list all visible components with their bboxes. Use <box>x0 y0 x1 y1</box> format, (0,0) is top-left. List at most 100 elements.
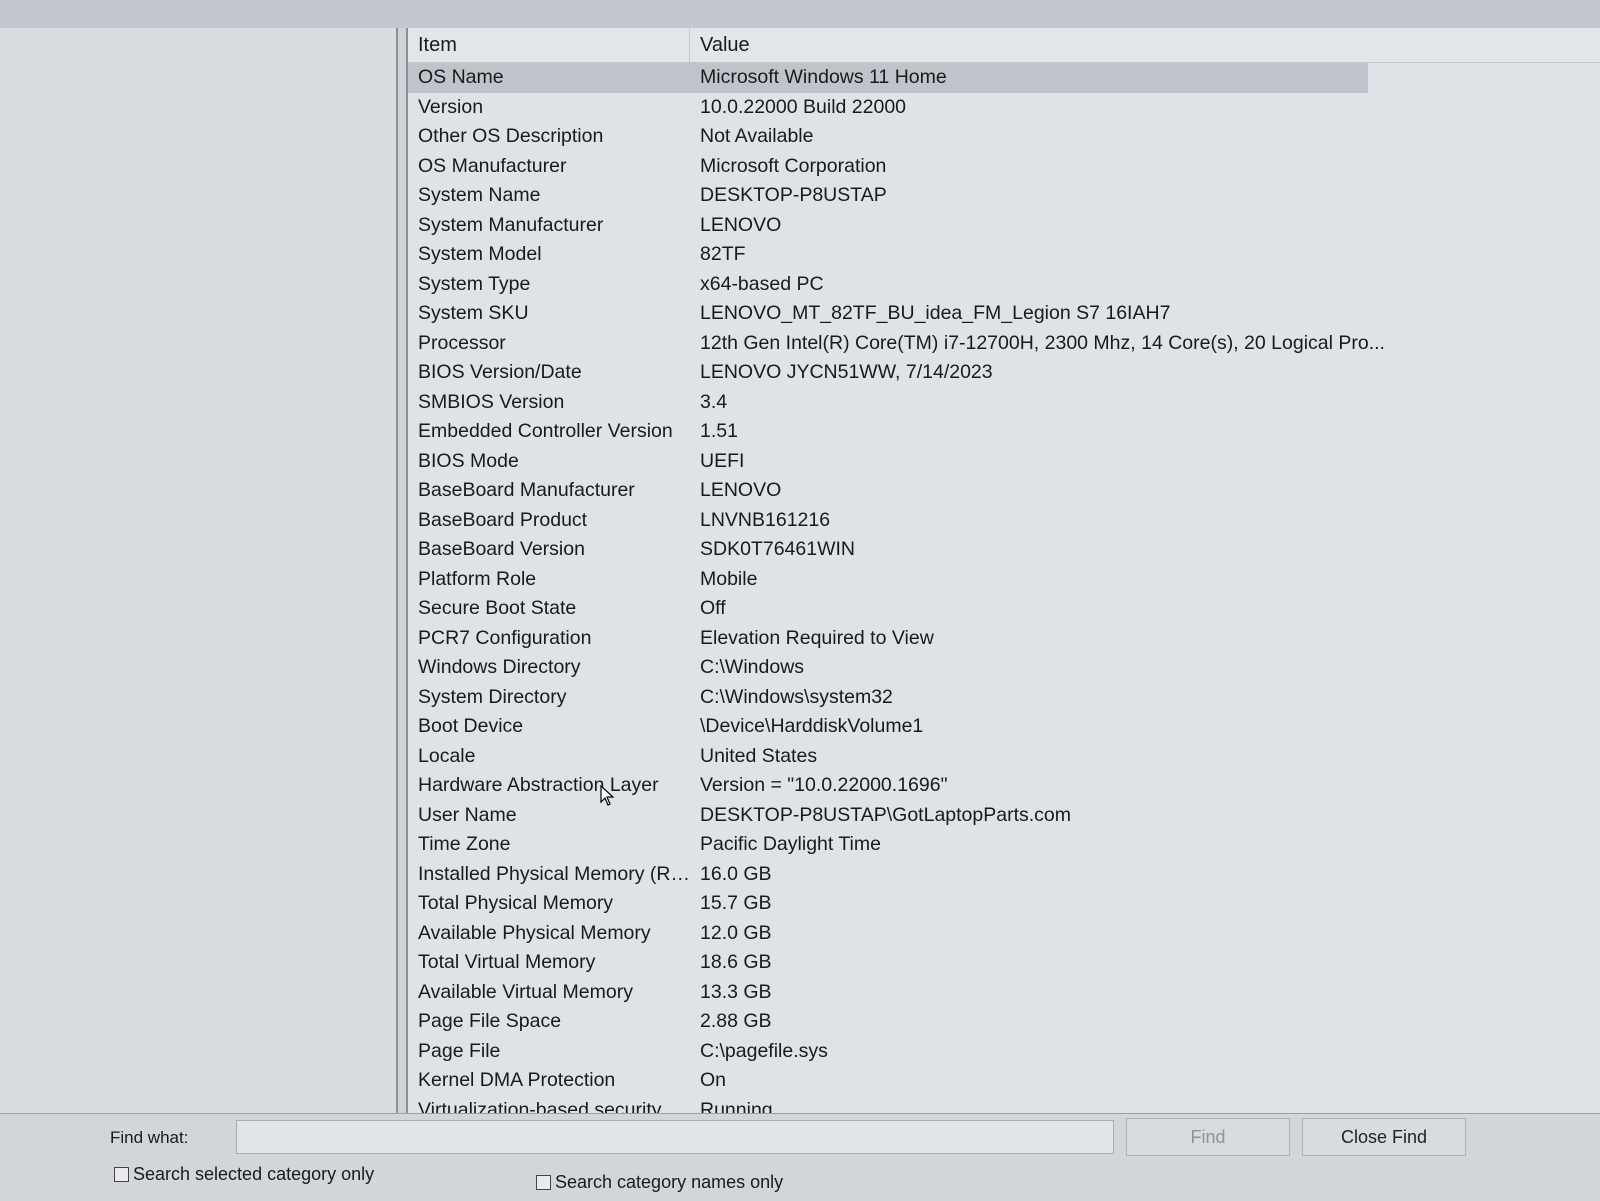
row-item-cell: Hardware Abstraction Layer <box>418 774 659 797</box>
list-row[interactable]: System Model 82TF <box>408 240 1600 270</box>
row-item-cell: Platform Role <box>418 567 537 590</box>
row-value-cell: x64-based PC <box>700 272 824 295</box>
row-value-cell: On <box>700 1069 727 1092</box>
list-row[interactable]: OS Manufacturer Microsoft Corporation <box>408 152 1600 182</box>
list-row[interactable]: BaseBoard Version SDK0T76461WIN <box>408 535 1600 565</box>
row-item-cell: Kernel DMA Protection <box>418 1069 616 1092</box>
row-value-cell: 12.0 GB <box>700 921 772 944</box>
search-category-names-label: Search category names only <box>555 1172 784 1192</box>
row-item-cell: Page File <box>418 1039 501 1062</box>
list-row[interactable]: Installed Physical Memory (RA... 16.0 GB <box>408 860 1600 890</box>
row-item-cell: BaseBoard Manufacturer <box>418 479 635 502</box>
row-item-cell: Boot Device <box>418 715 524 738</box>
row-item-cell: Other OS Description <box>418 125 604 148</box>
row-value-cell: LNVNB161216 <box>700 508 831 531</box>
row-item-cell: System Name <box>418 184 541 207</box>
row-value-cell: DESKTOP-P8USTAP <box>700 184 887 207</box>
list-header: Item Value <box>408 28 1600 63</box>
list-row[interactable]: Windows Directory C:\Windows <box>408 653 1600 683</box>
list-row[interactable]: PCR7 Configuration Elevation Required to … <box>408 624 1600 654</box>
category-tree-pane[interactable] <box>0 28 398 1113</box>
list-row[interactable]: Hardware Abstraction Layer Version = "10.… <box>408 771 1600 801</box>
search-category-names-checkbox[interactable]: Search category names only <box>536 1172 783 1193</box>
list-row[interactable]: BIOS Version/Date LENOVO JYCN51WW, 7/14/2… <box>408 358 1600 388</box>
row-value-cell: Microsoft Corporation <box>700 154 887 177</box>
list-row[interactable]: Available Physical Memory 12.0 GB <box>408 919 1600 949</box>
row-value-cell: 15.7 GB <box>700 892 772 915</box>
row-item-cell: Version <box>418 95 484 118</box>
row-item-cell: OS Manufacturer <box>418 154 567 177</box>
list-row[interactable]: Page File Space 2.88 GB <box>408 1007 1600 1037</box>
list-row[interactable]: Virtualization-based security Running <box>408 1096 1600 1113</box>
list-row[interactable]: Kernel DMA Protection On <box>408 1066 1600 1096</box>
list-row[interactable]: SMBIOS Version 3.4 <box>408 388 1600 418</box>
row-value-cell: 13.3 GB <box>700 980 772 1003</box>
list-row[interactable]: Other OS Description Not Available <box>408 122 1600 152</box>
row-value-cell: LENOVO <box>700 479 782 502</box>
checkbox-box[interactable] <box>114 1167 129 1182</box>
row-item-cell: BIOS Version/Date <box>418 361 582 384</box>
find-what-input[interactable] <box>236 1120 1114 1154</box>
row-item-cell: Page File Space <box>418 1010 562 1033</box>
row-value-cell: LENOVO_MT_82TF_BU_idea_FM_Legion S7 16IA… <box>700 302 1171 325</box>
list-row[interactable]: Available Virtual Memory 13.3 GB <box>408 978 1600 1008</box>
row-item-cell: Secure Boot State <box>418 597 577 620</box>
list-row[interactable]: Processor 12th Gen Intel(R) Core(TM) i7-1… <box>408 329 1600 359</box>
mouse-pointer-icon <box>600 785 615 806</box>
list-row[interactable]: System Name DESKTOP-P8USTAP <box>408 181 1600 211</box>
list-row[interactable]: System Manufacturer LENOVO <box>408 211 1600 241</box>
list-row[interactable]: OS Name Microsoft Windows 11 Home <box>408 63 1368 93</box>
row-value-cell: C:\Windows <box>700 656 805 679</box>
checkbox-box[interactable] <box>536 1175 551 1190</box>
list-row[interactable]: Locale United States <box>408 742 1600 772</box>
find-button[interactable]: Find <box>1126 1118 1290 1156</box>
row-value-cell: 18.6 GB <box>700 951 772 974</box>
row-value-cell: Version = "10.0.22000.1696" <box>700 774 948 797</box>
row-value-cell: \Device\HarddiskVolume1 <box>700 715 924 738</box>
search-selected-category-checkbox[interactable]: Search selected category only <box>114 1164 374 1185</box>
row-item-cell: BaseBoard Version <box>418 538 585 561</box>
row-value-cell: Not Available <box>700 125 814 148</box>
row-value-cell: Microsoft Windows 11 Home <box>700 66 947 89</box>
list-row[interactable]: System Directory C:\Windows\system32 <box>408 683 1600 713</box>
row-item-cell: System Type <box>418 272 531 295</box>
list-row[interactable]: System Type x64-based PC <box>408 270 1600 300</box>
list-row[interactable]: Total Physical Memory 15.7 GB <box>408 889 1600 919</box>
list-row[interactable]: BaseBoard Product LNVNB161216 <box>408 506 1600 536</box>
list-row[interactable]: Embedded Controller Version 1.51 <box>408 417 1600 447</box>
row-item-cell: Time Zone <box>418 833 511 856</box>
list-row[interactable]: Version 10.0.22000 Build 22000 <box>408 93 1600 123</box>
row-item-cell: Total Physical Memory <box>418 892 614 915</box>
pane-splitter[interactable] <box>398 28 406 1113</box>
list-row[interactable]: Time Zone Pacific Daylight Time <box>408 830 1600 860</box>
row-item-cell: User Name <box>418 803 517 826</box>
row-value-cell: Off <box>700 597 726 620</box>
row-value-cell: 2.88 GB <box>700 1010 772 1033</box>
list-row[interactable]: User Name DESKTOP-P8USTAP\GotLaptopParts.… <box>408 801 1600 831</box>
row-item-cell: System Directory <box>418 685 567 708</box>
row-value-cell: LENOVO <box>700 213 782 236</box>
list-row[interactable]: Platform Role Mobile <box>408 565 1600 595</box>
row-value-cell: C:\Windows\system32 <box>700 685 893 708</box>
list-row[interactable]: Boot Device \Device\HarddiskVolume1 <box>408 712 1600 742</box>
list-row[interactable]: BaseBoard Manufacturer LENOVO <box>408 476 1600 506</box>
close-find-button[interactable]: Close Find <box>1302 1118 1466 1156</box>
list-row[interactable]: System SKU LENOVO_MT_82TF_BU_idea_FM_Legi… <box>408 299 1600 329</box>
row-value-cell: Running <box>700 1098 773 1113</box>
row-item-cell: BaseBoard Product <box>418 508 588 531</box>
row-value-cell: 3.4 <box>700 390 728 413</box>
list-row[interactable]: Secure Boot State Off <box>408 594 1600 624</box>
row-item-cell: Embedded Controller Version <box>418 420 673 443</box>
row-item-cell: System Model <box>418 243 542 266</box>
row-item-cell: System Manufacturer <box>418 213 604 236</box>
list-row[interactable]: BIOS Mode UEFI <box>408 447 1600 477</box>
row-value-cell: United States <box>700 744 818 767</box>
column-header-value[interactable]: Value <box>690 28 1600 62</box>
list-row[interactable]: Total Virtual Memory 18.6 GB <box>408 948 1600 978</box>
details-list-pane[interactable]: Item Value OS Name Microsoft Windows 11 H… <box>406 28 1600 1113</box>
list-row[interactable]: Page File C:\pagefile.sys <box>408 1037 1600 1067</box>
column-header-item[interactable]: Item <box>408 28 690 62</box>
row-item-cell: Windows Directory <box>418 656 581 679</box>
row-value-cell: SDK0T76461WIN <box>700 538 855 561</box>
search-selected-category-label: Search selected category only <box>133 1164 375 1184</box>
